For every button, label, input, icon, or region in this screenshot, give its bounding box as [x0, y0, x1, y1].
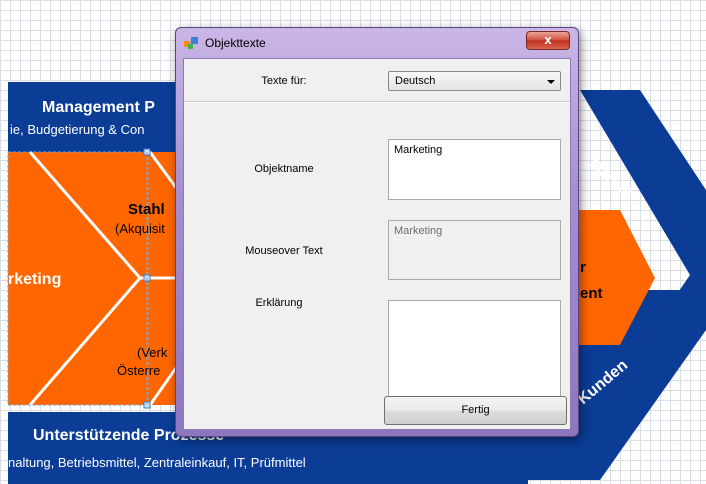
language-select-value: Deutsch [395, 75, 436, 87]
right-process-label-1: r [580, 259, 586, 276]
dialog-title: Objekttexte [205, 36, 266, 50]
mouseover-label: Mouseover Text [245, 245, 323, 257]
top-band-subtitle: ie, Budgetierung & Con [10, 122, 144, 137]
fertig-button[interactable]: Fertig [384, 396, 567, 425]
bottom-band-subtitle: naltung, Betriebsmittel, Zentraleinkauf,… [8, 455, 306, 470]
top-band-title: Management P [42, 99, 155, 116]
texte-fuer-label: Texte für: [261, 75, 307, 87]
erklaerung-field[interactable] [388, 300, 561, 409]
objektname-field[interactable]: Marketing [388, 139, 561, 200]
dialog-client-area: Texte für: Deutsch Objektname Marketing … [183, 58, 571, 430]
dialog-titlebar[interactable]: Objekttexte x [176, 28, 578, 58]
close-button[interactable]: x [526, 31, 570, 50]
left-process-label: rketing [8, 271, 61, 288]
center-process-subtitle: (Akquisit [115, 221, 165, 236]
chevron-down-icon[interactable] [547, 80, 555, 84]
right-process-label-2: ent [580, 285, 603, 302]
app-icon [184, 37, 198, 49]
objekttexte-dialog: Objekttexte x Texte für: Deutsch Objektn… [175, 27, 579, 437]
objektname-label: Objektname [254, 163, 314, 175]
lower-process-subtitle-1: (Verk [137, 345, 168, 360]
separator-line [184, 101, 570, 103]
language-select[interactable]: Deutsch [388, 71, 561, 91]
lower-process-subtitle-2: Österre [117, 363, 160, 378]
erklaerung-label: Erklärung [255, 297, 303, 309]
top-blue-band [8, 82, 193, 152]
mouseover-field: Marketing [388, 220, 561, 280]
center-process-title: Stahl [128, 201, 165, 218]
